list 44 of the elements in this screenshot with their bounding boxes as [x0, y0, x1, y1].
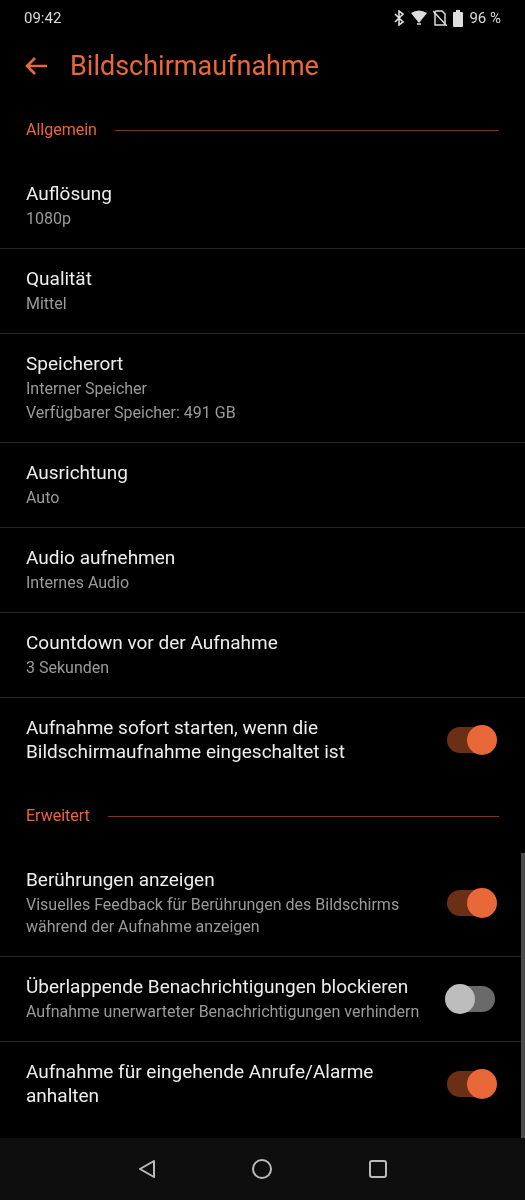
- item-title: Überlappende Benachrichtigungen blockieren: [26, 975, 410, 999]
- status-time: 09:42: [24, 7, 62, 29]
- home-icon[interactable]: [250, 1158, 273, 1180]
- item-title: Qualität: [26, 267, 93, 291]
- item-summary: Verfügbarer Speicher: 491 GB: [26, 402, 237, 424]
- battery-icon: [453, 9, 464, 27]
- item-summary: Aufnahme unerwarteter Benachrichtigungen verhindern: [26, 1001, 421, 1023]
- item-title: Ausrichtung: [26, 461, 129, 485]
- item-summary: 1080p: [26, 208, 72, 230]
- settings-item[interactable]: Qualität Mittel: [0, 249, 525, 334]
- settings-item[interactable]: Auflösung 1080p: [0, 164, 525, 249]
- item-summary: Auto: [26, 487, 61, 509]
- section-header: Erweitert: [26, 805, 90, 827]
- back-icon[interactable]: [24, 56, 48, 76]
- toggle-switch[interactable]: [445, 889, 497, 917]
- settings-item[interactable]: Countdown vor der Aufnahme 3 Sekunden: [0, 613, 525, 698]
- item-summary: 3 Sekunden: [26, 657, 111, 679]
- bluetooth-icon: [393, 10, 406, 26]
- item-title: Aufnahme für eingehende Anrufe/Alarme anhalten: [26, 1060, 375, 1108]
- page-title: Bildschirmaufnahme: [70, 48, 319, 84]
- battery-percent: 96 %: [469, 7, 501, 29]
- item-title: Berührungen anzeigen: [26, 868, 216, 892]
- settings-item[interactable]: Speicherort Interner Speicher Verfügbarer Speicher: 491 GB: [0, 334, 525, 443]
- recent-apps-icon[interactable]: [367, 1159, 388, 1179]
- item-summary: Visuelles Feedback für Berührungen des Bildschirms während der Aufnahme anzeigen: [26, 894, 401, 938]
- settings-item[interactable]: Aufnahme sofort starten, wenn die Bildschirmaufnahme eingeschaltet ist: [0, 698, 525, 782]
- wifi-icon: [411, 10, 428, 26]
- item-summary: Mittel: [26, 293, 68, 315]
- settings-item[interactable]: Ausrichtung Auto: [0, 443, 525, 528]
- toggle-switch[interactable]: [445, 726, 497, 754]
- toggle-switch[interactable]: [445, 985, 497, 1013]
- no-sim-icon: [433, 10, 448, 26]
- settings-item[interactable]: Aufnahme für eingehende Anrufe/Alarme anhalten: [0, 1042, 525, 1126]
- item-title: Countdown vor der Aufnahme: [26, 631, 279, 655]
- item-title: Auflösung: [26, 182, 113, 206]
- section-header: Allgemein: [26, 119, 97, 141]
- toggle-switch[interactable]: [445, 1070, 497, 1098]
- back-icon[interactable]: [137, 1159, 156, 1179]
- item-title: Speicherort: [26, 352, 125, 376]
- item-summary: Internes Audio: [26, 572, 131, 594]
- settings-item[interactable]: Audio aufnehmen Internes Audio: [0, 528, 525, 613]
- item-title: Audio aufnehmen: [26, 546, 177, 570]
- item-title: Aufnahme sofort starten, wenn die Bildschirmaufnahme eingeschaltet ist: [26, 716, 346, 764]
- item-summary: Interner Speicher: [26, 378, 148, 400]
